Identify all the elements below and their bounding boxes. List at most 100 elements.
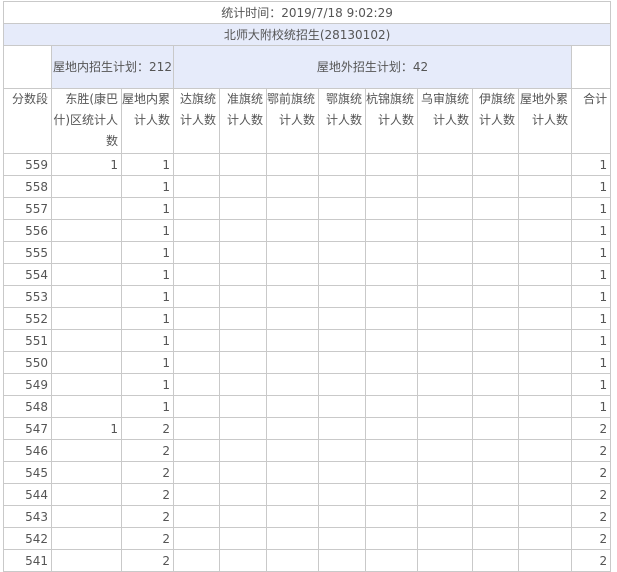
- plan-spacer-left: [3, 45, 52, 89]
- total-cell: 1: [570, 219, 612, 242]
- col-zhunqi: 准旗统计人数: [219, 88, 267, 154]
- score-cell: 547: [3, 417, 52, 440]
- dongsheng-cell: [51, 439, 122, 462]
- outside-cumulative-cell: [518, 395, 572, 418]
- hangjinqi-cell: [365, 527, 418, 550]
- outside-cumulative-cell: [518, 197, 572, 220]
- dongsheng-cell: [51, 307, 122, 330]
- eqianqi-cell: [266, 483, 319, 506]
- dongsheng-cell: [51, 373, 122, 396]
- yiqi-cell: [472, 549, 519, 572]
- eqi-cell: [318, 219, 366, 242]
- outside-cumulative-cell: [518, 175, 572, 198]
- wushenqi-cell: [417, 351, 473, 374]
- table-row: 554 1 1: [3, 263, 612, 286]
- col-wushenqi: 乌审旗统计人数: [417, 88, 473, 154]
- score-cell: 555: [3, 241, 52, 264]
- total-cell: 1: [570, 373, 612, 396]
- eqianqi-cell: [266, 549, 319, 572]
- zhunqi-cell: [219, 329, 267, 352]
- yiqi-cell: [472, 285, 519, 308]
- eqianqi-cell: [266, 351, 319, 374]
- yiqi-cell: [472, 153, 519, 176]
- wushenqi-cell: [417, 483, 473, 506]
- hangjinqi-cell: [365, 197, 418, 220]
- eqi-cell: [318, 285, 366, 308]
- table-row: 553 1 1: [3, 285, 612, 308]
- daqi-cell: [173, 527, 220, 550]
- table-row: 542 2 2: [3, 527, 612, 550]
- dongsheng-cell: [51, 461, 122, 484]
- yiqi-cell: [472, 439, 519, 462]
- dongsheng-cell: [51, 241, 122, 264]
- inside-cumulative-cell: 1: [121, 351, 174, 374]
- score-cell: 545: [3, 461, 52, 484]
- eqi-cell: [318, 461, 366, 484]
- table-row: 556 1 1: [3, 219, 612, 242]
- eqianqi-cell: [266, 285, 319, 308]
- total-cell: 1: [570, 285, 612, 308]
- outside-cumulative-cell: [518, 483, 572, 506]
- score-cell: 548: [3, 395, 52, 418]
- wushenqi-cell: [417, 417, 473, 440]
- outside-cumulative-cell: [518, 153, 572, 176]
- dongsheng-cell: 1: [51, 153, 122, 176]
- yiqi-cell: [472, 307, 519, 330]
- zhunqi-cell: [219, 153, 267, 176]
- outside-cumulative-cell: [518, 263, 572, 286]
- eqi-cell: [318, 241, 366, 264]
- score-cell: 558: [3, 175, 52, 198]
- eqi-cell: [318, 439, 366, 462]
- eqianqi-cell: [266, 241, 319, 264]
- eqianqi-cell: [266, 219, 319, 242]
- daqi-cell: [173, 219, 220, 242]
- zhunqi-cell: [219, 505, 267, 528]
- score-cell: 541: [3, 549, 52, 572]
- zhunqi-cell: [219, 439, 267, 462]
- table-row: 547 1 2 2: [3, 417, 612, 440]
- yiqi-cell: [472, 373, 519, 396]
- yiqi-cell: [472, 197, 519, 220]
- total-cell: 2: [570, 483, 612, 506]
- table-row: 546 2 2: [3, 439, 612, 462]
- hangjinqi-cell: [365, 417, 418, 440]
- daqi-cell: [173, 153, 220, 176]
- yiqi-cell: [472, 241, 519, 264]
- total-cell: 2: [570, 417, 612, 440]
- inside-cumulative-cell: 1: [121, 263, 174, 286]
- wushenqi-cell: [417, 395, 473, 418]
- inside-cumulative-cell: 1: [121, 219, 174, 242]
- table-row: 548 1 1: [3, 395, 612, 418]
- admission-stats-table: 统计时间：2019/7/18 9:02:29 北师大附校统招生(28130102…: [2, 1, 612, 572]
- outside-cumulative-cell: [518, 219, 572, 242]
- hangjinqi-cell: [365, 263, 418, 286]
- score-cell: 550: [3, 351, 52, 374]
- dongsheng-cell: [51, 483, 122, 506]
- eqi-cell: [318, 329, 366, 352]
- yiqi-cell: [472, 395, 519, 418]
- total-cell: 1: [570, 263, 612, 286]
- wushenqi-cell: [417, 285, 473, 308]
- hangjinqi-cell: [365, 373, 418, 396]
- total-cell: 1: [570, 395, 612, 418]
- col-score-range: 分数段: [3, 88, 52, 154]
- dongsheng-cell: [51, 175, 122, 198]
- daqi-cell: [173, 175, 220, 198]
- inside-cumulative-cell: 1: [121, 373, 174, 396]
- score-cell: 556: [3, 219, 52, 242]
- zhunqi-cell: [219, 417, 267, 440]
- inside-cumulative-cell: 1: [121, 329, 174, 352]
- daqi-cell: [173, 241, 220, 264]
- eqianqi-cell: [266, 395, 319, 418]
- zhunqi-cell: [219, 175, 267, 198]
- zhunqi-cell: [219, 461, 267, 484]
- score-cell: 546: [3, 439, 52, 462]
- hangjinqi-cell: [365, 483, 418, 506]
- dongsheng-cell: [51, 263, 122, 286]
- eqi-cell: [318, 263, 366, 286]
- inside-cumulative-cell: 2: [121, 505, 174, 528]
- table-row: 558 1 1: [3, 175, 612, 198]
- outside-cumulative-cell: [518, 285, 572, 308]
- table-row: 541 2 2: [3, 549, 612, 572]
- inside-cumulative-cell: 2: [121, 527, 174, 550]
